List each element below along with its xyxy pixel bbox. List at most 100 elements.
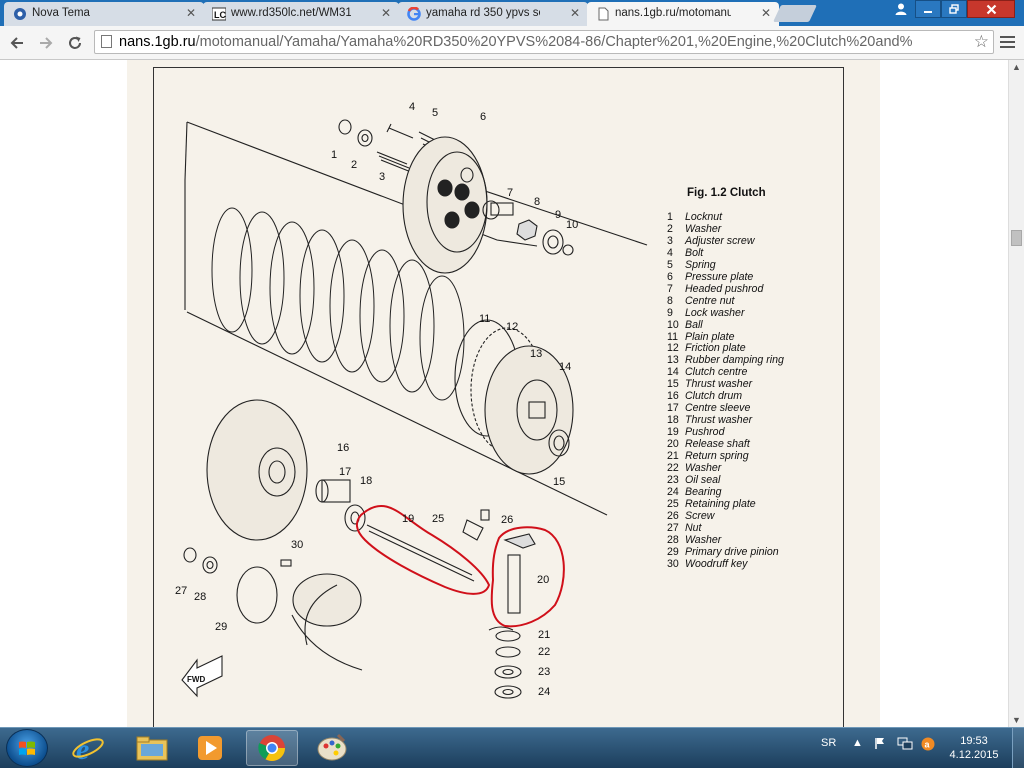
- svg-text:7: 7: [507, 187, 513, 199]
- scroll-down-icon[interactable]: ▼: [1012, 715, 1021, 725]
- chrome-menu-icon[interactable]: [1000, 33, 1016, 51]
- legend-label: Friction plate: [685, 342, 746, 355]
- legend-label: Clutch centre: [685, 366, 748, 379]
- action-center-flag-icon[interactable]: [874, 737, 886, 753]
- svg-text:19: 19: [402, 513, 414, 525]
- vertical-scrollbar[interactable]: ▲ ▼: [1008, 60, 1024, 727]
- legend-number: 10: [667, 318, 679, 331]
- svg-text:15: 15: [553, 476, 565, 488]
- legend-label: Headed pushrod: [685, 282, 764, 295]
- scroll-up-icon[interactable]: ▲: [1012, 62, 1021, 72]
- new-tab-button[interactable]: [773, 5, 817, 22]
- user-profile-icon[interactable]: [888, 0, 914, 18]
- network-icon[interactable]: [897, 737, 913, 753]
- legend-number: 7: [667, 282, 673, 295]
- svg-text:25: 25: [432, 513, 444, 525]
- browser-tab-strip: Nova Tema ✕ LC www.rd350lc.net/WM31K ✕ y…: [0, 0, 1024, 26]
- legend-label: Centre nut: [685, 294, 735, 307]
- clock-time: 19:53: [960, 735, 988, 747]
- legend-number: 27: [667, 521, 679, 534]
- back-button[interactable]: [6, 32, 28, 54]
- svg-text:11: 11: [479, 313, 490, 325]
- legend-label: Thrust washer: [685, 414, 753, 427]
- minimize-button[interactable]: [915, 0, 941, 18]
- highlight-circles: [355, 504, 565, 628]
- legend-label: Washer: [685, 222, 722, 235]
- svg-text:13: 13: [530, 348, 542, 360]
- tab-rd350lc[interactable]: LC www.rd350lc.net/WM31K ✕: [203, 2, 399, 26]
- tab-google-search[interactable]: yamaha rd 350 ypvs servic ✕: [398, 2, 588, 26]
- page-favicon-icon: [598, 7, 609, 21]
- lc-favicon-icon: LC: [212, 7, 226, 21]
- avast-icon[interactable]: a: [921, 737, 935, 754]
- svg-text:LC: LC: [214, 10, 226, 20]
- svg-text:28: 28: [194, 591, 206, 603]
- legend-number: 28: [667, 533, 679, 546]
- tab-close-icon[interactable]: ✕: [761, 2, 771, 24]
- legend-label: Adjuster screw: [685, 234, 755, 247]
- svg-text:22: 22: [538, 646, 550, 658]
- start-button[interactable]: [6, 729, 48, 767]
- show-desktop-button[interactable]: [1012, 728, 1024, 768]
- internet-explorer-icon: e: [72, 733, 104, 766]
- legend-label: Screw: [685, 509, 715, 522]
- taskbar-media-player[interactable]: [184, 730, 236, 766]
- forward-button[interactable]: [35, 32, 57, 54]
- bookmark-star-icon[interactable]: ☆: [974, 32, 989, 52]
- legend-item: 30 Woodruff key: [667, 558, 784, 571]
- svg-text:10: 10: [566, 219, 578, 231]
- legend-label: Pressure plate: [685, 270, 754, 283]
- paint-palette-icon: [317, 733, 347, 761]
- svg-text:16: 16: [337, 442, 349, 454]
- svg-text:27: 27: [175, 585, 187, 597]
- google-favicon-icon: [407, 7, 421, 21]
- taskbar-chrome-active[interactable]: [246, 730, 298, 766]
- figure-title: Fig. 1.2 Clutch: [687, 187, 766, 199]
- tab-motomanual-active[interactable]: nans.1gb.ru/motomanual/ ✕: [587, 2, 779, 26]
- legend-label: Thrust washer: [685, 378, 753, 391]
- address-bar[interactable]: nans.1gb.ru/motomanual/Yamaha/Yamaha%20R…: [94, 30, 994, 54]
- fwd-label: FWD: [187, 675, 205, 684]
- url-text: nans.1gb.ru/motomanual/Yamaha/Yamaha%20R…: [119, 34, 913, 50]
- forum-favicon-icon: [14, 8, 26, 20]
- figure-legend: 1 Locknut 2 Washer 3 Adjuster screw 4 Bolt 5 Spri…: [667, 211, 784, 571]
- legend-number: 9: [667, 306, 673, 319]
- tab-close-icon[interactable]: ✕: [186, 2, 196, 24]
- svg-text:e: e: [76, 733, 89, 764]
- svg-text:18: 18: [360, 475, 372, 487]
- svg-text:21: 21: [538, 629, 550, 641]
- tab-close-icon[interactable]: ✕: [570, 2, 580, 24]
- legend-number: 8: [667, 294, 673, 307]
- tab-title: nans.1gb.ru/motomanual/: [615, 7, 731, 19]
- svg-text:8: 8: [534, 196, 540, 208]
- legend-label: Oil seal: [685, 473, 721, 486]
- scrollbar-thumb[interactable]: [1011, 230, 1022, 246]
- legend-number: 29: [667, 545, 679, 558]
- legend-label: Bolt: [685, 246, 704, 259]
- taskbar-paint[interactable]: [306, 730, 358, 766]
- browser-toolbar: nans.1gb.ru/motomanual/Yamaha/Yamaha%20R…: [0, 26, 1024, 60]
- svg-text:20: 20: [537, 574, 549, 586]
- tab-nova-tema[interactable]: Nova Tema ✕: [4, 2, 204, 26]
- restore-button[interactable]: [941, 0, 967, 18]
- svg-text:9: 9: [555, 209, 561, 221]
- legend-label: Return spring: [685, 450, 749, 463]
- taskbar-file-explorer[interactable]: [126, 730, 178, 766]
- system-clock[interactable]: 19:53 4.12.2015: [944, 734, 1004, 762]
- svg-text:17: 17: [339, 466, 351, 478]
- tab-close-icon[interactable]: ✕: [381, 2, 391, 24]
- svg-text:6: 6: [480, 111, 486, 123]
- language-indicator[interactable]: SR: [821, 737, 836, 749]
- reload-button[interactable]: [64, 32, 86, 54]
- close-window-button[interactable]: [967, 0, 1015, 18]
- tab-title: Nova Tema: [32, 7, 90, 19]
- page-info-icon[interactable]: [101, 35, 112, 48]
- legend-label: Bearing: [685, 485, 722, 498]
- legend-label: Ball: [685, 318, 703, 331]
- taskbar-internet-explorer[interactable]: e: [62, 730, 114, 766]
- clock-date: 4.12.2015: [949, 749, 999, 761]
- legend-label: Primary drive pinion: [685, 545, 779, 558]
- svg-text:1: 1: [331, 149, 337, 161]
- legend-label: Washer: [685, 533, 722, 546]
- show-hidden-icons[interactable]: ▲: [852, 737, 863, 749]
